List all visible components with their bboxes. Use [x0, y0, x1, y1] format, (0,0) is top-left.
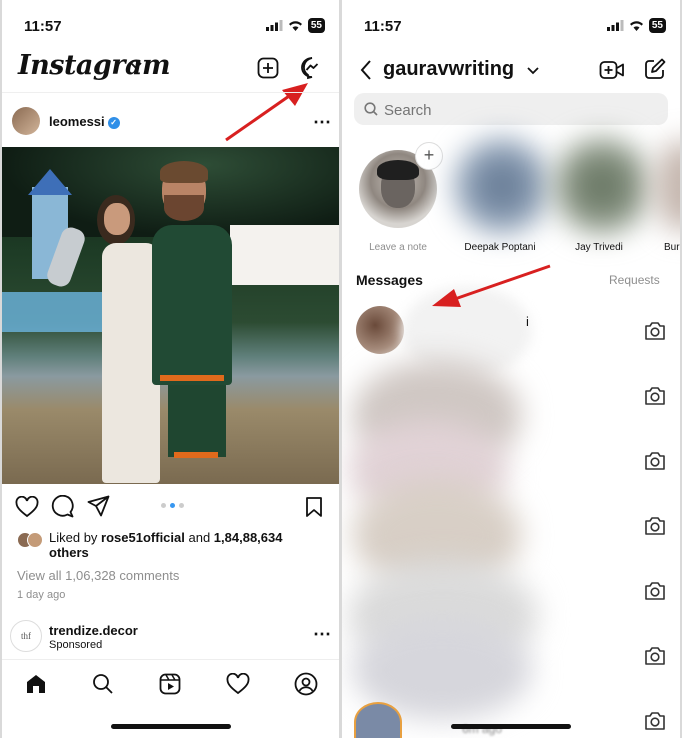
heart-icon[interactable]: [226, 673, 250, 695]
sponsored-username[interactable]: trendize.decor: [49, 623, 138, 638]
note-label: Jay Trivedi: [575, 242, 623, 253]
camera-icon[interactable]: [644, 516, 666, 536]
status-bar: 11:57 55: [2, 0, 339, 44]
home-indicator: [451, 724, 571, 729]
signal-icon: [606, 20, 624, 31]
chevron-down-icon[interactable]: [130, 62, 142, 70]
note-label: Bur: [664, 242, 680, 253]
instagram-logo[interactable]: Instagram: [18, 50, 171, 81]
liked-by-prefix: Liked by: [49, 530, 102, 545]
add-note-icon[interactable]: +: [415, 142, 443, 170]
wifi-icon: [288, 21, 302, 31]
new-post-icon[interactable]: [257, 57, 279, 79]
carousel-dot-active: [170, 503, 175, 508]
liked-by-text[interactable]: Liked by rose51official and 1,84,88,634: [49, 530, 329, 545]
camera-icon[interactable]: [644, 581, 666, 601]
messenger-icon[interactable]: [300, 56, 324, 80]
requests-link[interactable]: Requests: [609, 273, 660, 287]
verified-badge-icon: ✓: [107, 116, 120, 129]
more-options-icon[interactable]: ⋯: [313, 112, 332, 133]
search-icon[interactable]: [92, 673, 114, 695]
instagram-feed-screen: 11:57 55 Instagram leomessi ✓ ⋯ Liked by…: [2, 0, 339, 738]
conversation-avatar[interactable]: [356, 306, 404, 354]
home-indicator: [110, 724, 231, 729]
liked-by-suffix[interactable]: others: [49, 545, 89, 560]
bottom-nav: [2, 659, 339, 738]
battery-indicator: 55: [648, 18, 666, 33]
share-icon[interactable]: [87, 495, 110, 517]
comment-icon[interactable]: [51, 495, 74, 518]
search-input[interactable]: [382, 98, 656, 122]
direct-messages-screen: 11:57 55 gauravwriting + Leave a note De…: [342, 0, 680, 738]
post-time: 1 day ago: [17, 589, 66, 601]
post-username-row[interactable]: leomessi ✓: [49, 114, 120, 129]
search-icon: [364, 102, 378, 116]
account-switch-chevron-icon[interactable]: [527, 67, 539, 75]
liked-by-count[interactable]: 1,84,88,634: [214, 530, 283, 545]
status-time: 11:57: [364, 18, 402, 35]
sponsored-more-icon[interactable]: ⋯: [313, 624, 331, 645]
compose-message-icon[interactable]: [644, 58, 666, 80]
sponsored-label: Sponsored: [49, 639, 103, 651]
liked-by-user[interactable]: rose51official: [101, 530, 185, 545]
messages-heading: Messages: [356, 272, 423, 288]
camera-icon[interactable]: [644, 711, 666, 731]
camera-icon[interactable]: [644, 646, 666, 666]
wifi-icon: [629, 21, 643, 31]
carousel-dot: [179, 503, 184, 508]
search-bar[interactable]: [354, 93, 668, 125]
note-avatar-blurred[interactable]: [454, 138, 550, 234]
like-heart-icon[interactable]: [15, 496, 39, 518]
carousel-dots: [161, 503, 184, 508]
camera-icon[interactable]: [644, 451, 666, 471]
profile-icon[interactable]: [294, 672, 318, 696]
signal-icon: [265, 20, 283, 31]
status-bar: 11:57 55: [342, 0, 680, 44]
note-label: Leave a note: [369, 242, 427, 253]
back-chevron-icon[interactable]: [360, 60, 372, 80]
carousel-dot: [161, 503, 166, 508]
dm-username[interactable]: gauravwriting: [383, 58, 514, 81]
reels-icon[interactable]: [159, 673, 181, 695]
note-avatar-blurred[interactable]: [654, 140, 680, 232]
video-call-icon[interactable]: [599, 59, 625, 81]
liker-avatar: [27, 532, 43, 548]
camera-icon[interactable]: [644, 321, 666, 341]
post-avatar[interactable]: [12, 107, 40, 135]
conversation-name-partial: i: [526, 314, 529, 329]
bookmark-icon[interactable]: [305, 496, 323, 518]
annotation-arrow: [225, 83, 308, 142]
camera-icon[interactable]: [644, 386, 666, 406]
note-avatar-blurred[interactable]: [554, 138, 650, 234]
status-time: 11:57: [24, 18, 62, 35]
post-image[interactable]: [2, 147, 339, 484]
sponsored-avatar[interactable]: thf: [10, 620, 42, 652]
note-label: Deepak Poptani: [464, 242, 536, 253]
view-comments-link[interactable]: View all 1,06,328 comments: [17, 568, 179, 583]
post-username[interactable]: leomessi: [49, 114, 105, 129]
annotation-arrow: [432, 264, 551, 307]
home-icon[interactable]: [25, 673, 47, 695]
conversation-avatar[interactable]: [354, 702, 402, 738]
battery-indicator: 55: [307, 18, 325, 33]
liked-by-and: and: [184, 530, 214, 545]
